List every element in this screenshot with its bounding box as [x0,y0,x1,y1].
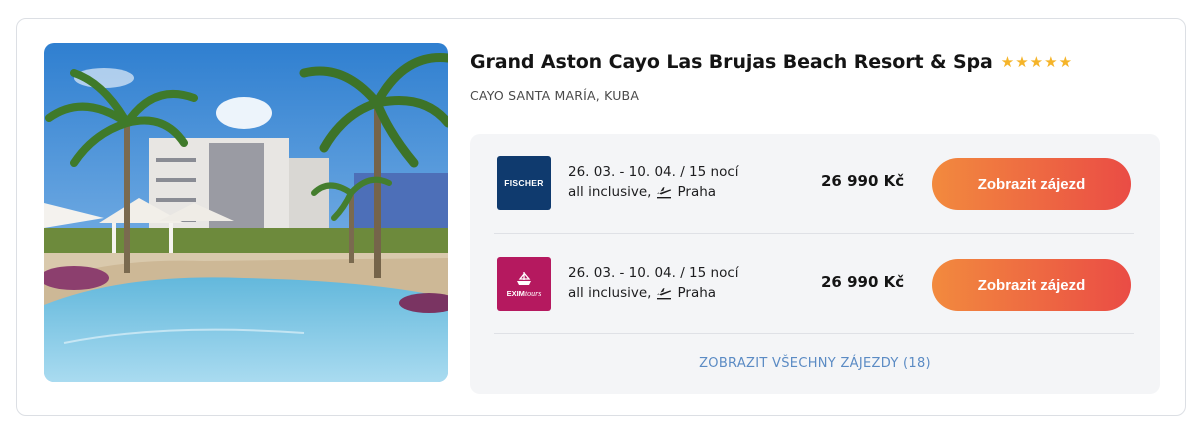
offer-departure: Praha [677,184,717,200]
operator-name: EXIM [506,289,525,298]
hotel-name[interactable]: Grand Aston Cayo Las Brujas Beach Resort… [470,51,993,73]
offer-price: 26 990 Kč [821,273,905,291]
divider [494,233,1134,234]
offer-dates: 26. 03. - 10. 04. / 15 nocí [568,265,739,281]
show-offer-button[interactable]: Zobrazit zájezd [932,158,1131,210]
exim-tours-logo: EXIMtours [497,257,551,311]
offer-details: 26. 03. - 10. 04. / 15 nocí all inclusiv… [568,162,739,202]
show-all-tours-link[interactable]: ZOBRAZIT VŠECHNY ZÁJEZDY (18) [470,356,1160,371]
offer-price: 26 990 Kč [821,172,905,190]
divider [494,333,1134,334]
hotel-location: CAYO SANTA MARÍA, KUBA [470,88,640,103]
offer-board: all inclusive, [568,184,652,200]
plane-departure-icon [657,288,672,300]
hotel-card: Grand Aston Cayo Las Brujas Beach Resort… [16,18,1186,416]
offer-dates: 26. 03. - 10. 04. / 15 nocí [568,164,739,180]
offer-departure: Praha [677,285,717,301]
offers-panel: FISCHER 26. 03. - 10. 04. / 15 nocí all … [470,134,1160,394]
hotel-photo[interactable] [44,43,448,382]
offer-board: all inclusive, [568,285,652,301]
plane-departure-icon [657,187,672,199]
offer-row: FISCHER 26. 03. - 10. 04. / 15 nocí all … [470,134,1160,234]
fischer-logo: FISCHER [497,156,551,210]
show-offer-button[interactable]: Zobrazit zájezd [932,259,1131,311]
offer-row: EXIMtours 26. 03. - 10. 04. / 15 nocí al… [470,235,1160,335]
operator-suffix: tours [524,289,542,298]
star-rating-icon: ★★★★★ [1000,53,1074,71]
ship-icon [517,272,531,285]
offer-details: 26. 03. - 10. 04. / 15 nocí all inclusiv… [568,263,739,303]
title-row: Grand Aston Cayo Las Brujas Beach Resort… [470,51,1073,73]
operator-name: FISCHER [504,178,544,188]
